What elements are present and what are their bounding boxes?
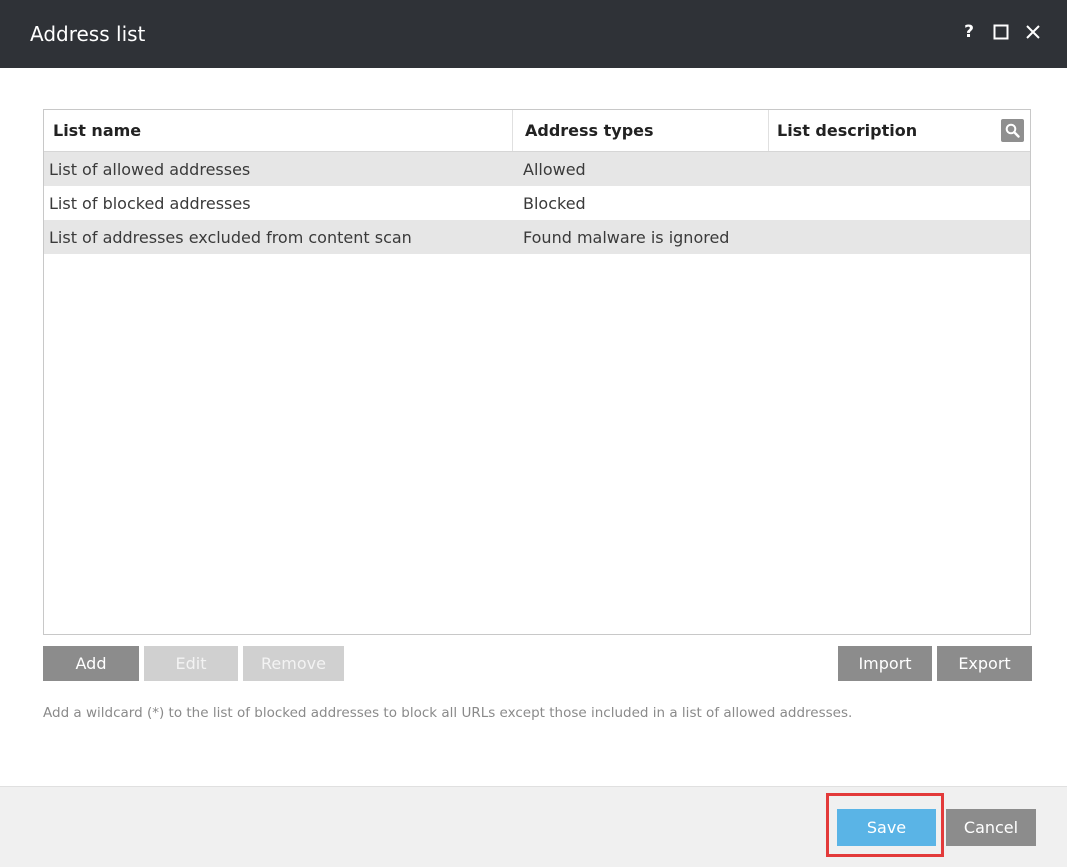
- window-title: Address list: [30, 22, 146, 46]
- search-icon[interactable]: [1001, 119, 1024, 142]
- edit-button[interactable]: Edit: [144, 646, 238, 681]
- add-button[interactable]: Add: [43, 646, 139, 681]
- column-header-list-name[interactable]: List name: [44, 110, 513, 151]
- title-bar: Address list ?: [0, 0, 1067, 68]
- cell-list-name: List of allowed addresses: [49, 159, 251, 179]
- close-icon[interactable]: [1023, 22, 1043, 42]
- list-action-bar: Add Edit Remove Import Export: [43, 646, 1032, 681]
- cell-list-name: List of blocked addresses: [49, 193, 251, 213]
- remove-button[interactable]: Remove: [243, 646, 344, 681]
- maximize-icon[interactable]: [991, 22, 1011, 42]
- address-list-table: List name Address types List description…: [43, 109, 1031, 635]
- cancel-button[interactable]: Cancel: [946, 809, 1036, 846]
- window-controls: ?: [959, 22, 1043, 42]
- wildcard-hint: Add a wildcard (*) to the list of blocke…: [43, 705, 853, 721]
- export-button[interactable]: Export: [937, 646, 1032, 681]
- table-row[interactable]: List of addresses excluded from content …: [44, 220, 1030, 254]
- column-header-list-description[interactable]: List description: [769, 110, 1030, 151]
- cell-list-name: List of addresses excluded from content …: [49, 227, 412, 247]
- save-button[interactable]: Save: [837, 809, 936, 846]
- import-button[interactable]: Import: [838, 646, 932, 681]
- table-header: List name Address types List description: [44, 110, 1030, 152]
- table-row[interactable]: List of allowed addresses Allowed: [44, 152, 1030, 186]
- help-label: ?: [964, 22, 974, 42]
- column-header-address-types[interactable]: Address types: [513, 110, 769, 151]
- cell-address-type: Found malware is ignored: [523, 227, 730, 247]
- table-row[interactable]: List of blocked addresses Blocked: [44, 186, 1030, 220]
- cell-address-type: Allowed: [523, 159, 586, 179]
- table-body: List of allowed addresses Allowed List o…: [44, 152, 1030, 254]
- cell-address-type: Blocked: [523, 193, 586, 213]
- help-icon[interactable]: ?: [959, 22, 979, 42]
